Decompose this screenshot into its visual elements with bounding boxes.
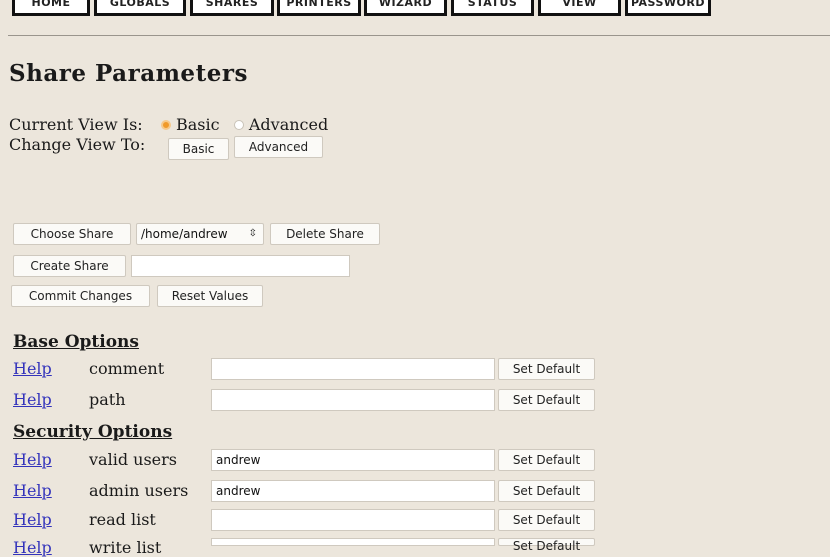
nav-tab-wizard[interactable]: WIZARD (364, 0, 447, 16)
top-nav: HOME GLOBALS SHARES PRINTERS WIZARD STAT… (0, 0, 830, 22)
help-link-path[interactable]: Help (13, 390, 52, 409)
param-name-valid-users: valid users (89, 450, 177, 469)
nav-tab-password[interactable]: PASSWORD (625, 0, 711, 16)
share-select[interactable]: /home/andrew ⇳ (136, 223, 264, 245)
param-name-read-list: read list (89, 510, 156, 529)
radio-advanced[interactable] (233, 119, 244, 130)
param-name-comment: comment (89, 359, 165, 378)
param-input-path[interactable] (211, 389, 495, 411)
set-default-button-comment[interactable]: Set Default (498, 358, 595, 380)
reset-values-button[interactable]: Reset Values (157, 285, 263, 307)
param-input-read-list[interactable] (211, 509, 495, 531)
radio-basic-label: Basic (175, 115, 220, 134)
param-input-comment[interactable] (211, 358, 495, 380)
create-share-input[interactable] (131, 255, 350, 277)
param-input-write-list[interactable] (211, 538, 495, 546)
set-default-button-valid-users[interactable]: Set Default (498, 449, 595, 471)
help-link-write-list[interactable]: Help (13, 538, 52, 557)
page-title: Share Parameters (9, 60, 248, 87)
change-view-label: Change View To: (9, 135, 146, 154)
set-default-button-path[interactable]: Set Default (498, 389, 595, 411)
radio-basic[interactable] (160, 119, 171, 130)
security-options-heading: Security Options (13, 422, 173, 442)
create-share-button[interactable]: Create Share (13, 255, 126, 277)
share-select-value: /home/andrew (141, 227, 228, 241)
nav-tab-status[interactable]: STATUS (451, 0, 534, 16)
help-link-read-list[interactable]: Help (13, 510, 52, 529)
header-divider (8, 35, 830, 36)
current-view-row: Current View Is: Basic Advanced (9, 115, 328, 134)
nav-tab-printers[interactable]: PRINTERS (277, 0, 361, 16)
param-name-admin-users: admin users (89, 481, 189, 500)
help-link-admin-users[interactable]: Help (13, 481, 52, 500)
set-default-button-admin-users[interactable]: Set Default (498, 480, 595, 502)
choose-share-button[interactable]: Choose Share (13, 223, 131, 245)
view-basic-button[interactable]: Basic (168, 138, 229, 160)
help-link-comment[interactable]: Help (13, 359, 52, 378)
delete-share-button[interactable]: Delete Share (270, 223, 380, 245)
nav-tab-home[interactable]: HOME (12, 0, 90, 16)
base-options-heading: Base Options (13, 332, 139, 352)
set-default-button-read-list[interactable]: Set Default (498, 509, 595, 531)
nav-tab-globals[interactable]: GLOBALS (94, 0, 186, 16)
commit-changes-button[interactable]: Commit Changes (11, 285, 150, 307)
param-name-path: path (89, 390, 126, 409)
current-view-label: Current View Is: (9, 115, 143, 134)
set-default-button-write-list[interactable]: Set Default (498, 538, 595, 553)
radio-advanced-label: Advanced (248, 115, 329, 134)
help-link-valid-users[interactable]: Help (13, 450, 52, 469)
param-name-write-list: write list (89, 538, 162, 557)
nav-tab-view[interactable]: VIEW (538, 0, 621, 16)
param-input-admin-users[interactable]: andrew (211, 480, 495, 502)
view-advanced-button[interactable]: Advanced (234, 136, 323, 158)
nav-tab-shares[interactable]: SHARES (190, 0, 274, 16)
param-input-valid-users[interactable]: andrew (211, 449, 495, 471)
select-chevron-icon: ⇳ (248, 228, 257, 239)
